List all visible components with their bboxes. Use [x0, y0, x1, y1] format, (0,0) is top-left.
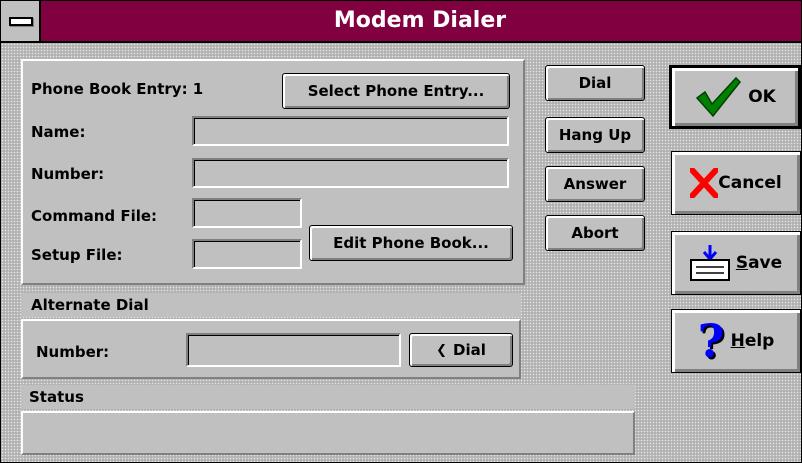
- save-disk-icon: [689, 245, 730, 281]
- ok-label: OK: [748, 87, 776, 107]
- command-file-field[interactable]: [192, 198, 302, 228]
- name-field[interactable]: [192, 116, 509, 146]
- help-question-icon: ?: [697, 314, 725, 368]
- alternate-dial-button[interactable]: ❮ Dial: [409, 333, 513, 367]
- alternate-number-label: Number:: [36, 343, 110, 361]
- setup-file-field[interactable]: [192, 239, 302, 269]
- abort-button[interactable]: Abort: [545, 215, 645, 251]
- alternate-dial-panel: Number: ❮ Dial: [21, 319, 521, 379]
- hang-up-button[interactable]: Hang Up: [545, 117, 645, 153]
- cancel-label: Cancel: [718, 173, 782, 193]
- save-button[interactable]: Save: [671, 231, 801, 295]
- phone-book-entry-label: Phone Book Entry: 1: [31, 80, 204, 98]
- help-button[interactable]: ? Help: [671, 309, 801, 373]
- status-header: Status: [21, 385, 635, 409]
- status-title: Status: [29, 388, 84, 406]
- dial-button[interactable]: Dial: [545, 65, 645, 101]
- system-menu-icon: [9, 17, 33, 26]
- number-field[interactable]: [192, 158, 509, 188]
- alternate-dial-header: Alternate Dial: [21, 293, 521, 317]
- cancel-x-icon: [690, 168, 719, 198]
- system-menu-button[interactable]: [1, 1, 41, 41]
- setup-file-label: Setup File:: [31, 246, 123, 264]
- name-label: Name:: [31, 123, 86, 141]
- edit-phone-book-button[interactable]: Edit Phone Book...: [309, 225, 513, 261]
- select-phone-entry-button[interactable]: Select Phone Entry...: [282, 73, 510, 109]
- cancel-button[interactable]: Cancel: [671, 151, 801, 215]
- title-bar: Modem Dialer: [1, 1, 801, 43]
- answer-button[interactable]: Answer: [545, 166, 645, 202]
- command-file-label: Command File:: [31, 207, 158, 225]
- modem-dialer-window: Modem Dialer Phone Book Entry: 1 Select …: [0, 0, 802, 463]
- alternate-dial-title: Alternate Dial: [31, 296, 149, 314]
- phone-entry-panel: Phone Book Entry: 1 Select Phone Entry..…: [21, 59, 525, 285]
- dialog-client-area: Phone Book Entry: 1 Select Phone Entry..…: [1, 43, 801, 462]
- window-title: Modem Dialer: [333, 8, 507, 33]
- alternate-number-field[interactable]: [186, 333, 401, 367]
- ok-button[interactable]: OK: [669, 65, 801, 129]
- number-label: Number:: [31, 165, 105, 183]
- status-panel: [21, 411, 635, 455]
- help-label: Help: [730, 331, 775, 351]
- save-label: Save: [735, 253, 783, 273]
- chevron-left-icon: ❮: [436, 342, 448, 358]
- alternate-dial-label: Dial: [453, 341, 486, 359]
- checkmark-icon: [696, 76, 742, 118]
